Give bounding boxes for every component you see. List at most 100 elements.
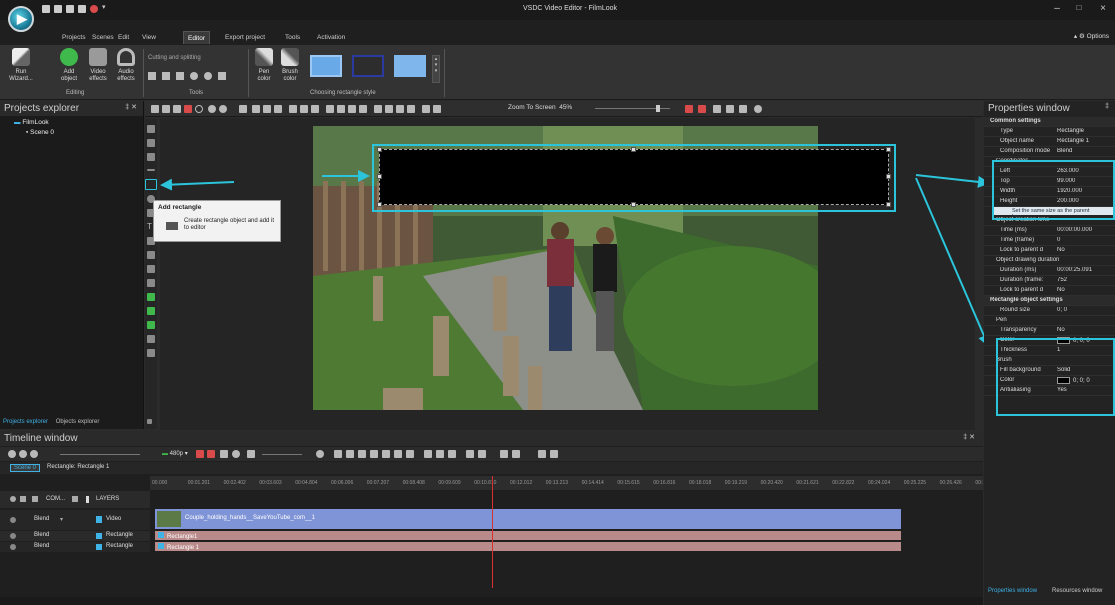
tab-resources-window[interactable]: Resources window bbox=[1052, 588, 1102, 594]
property-row[interactable]: Duration (frame: 752 bbox=[984, 276, 1115, 286]
next-frame-icon[interactable] bbox=[394, 450, 402, 458]
property-row[interactable]: Duration (ms) 00:00:25.091 bbox=[984, 266, 1115, 276]
pin-icon[interactable]: ‡ bbox=[1105, 103, 1109, 110]
property-row[interactable]: Object drawing duration bbox=[984, 256, 1115, 266]
property-row[interactable]: Lock to parent d No bbox=[984, 286, 1115, 296]
ruler-tick-label: 00:15.615 bbox=[617, 480, 640, 486]
property-value[interactable]: 00:00:00.000 bbox=[1057, 227, 1115, 233]
track-blend-select[interactable]: Blend bbox=[34, 532, 49, 538]
marker-remove-icon[interactable] bbox=[512, 450, 520, 458]
fit-icon[interactable] bbox=[30, 450, 38, 458]
tooltip-body: Create rectangle object and add it to ed… bbox=[184, 218, 275, 231]
property-value[interactable]: No bbox=[1057, 327, 1115, 333]
property-value[interactable]: Blend bbox=[1057, 148, 1115, 154]
ruler-tick-label: 00:06.006 bbox=[331, 480, 354, 486]
property-value[interactable]: Rectangle bbox=[1057, 128, 1115, 134]
layer-marker-icon bbox=[86, 496, 89, 503]
undo-timeline-icon[interactable] bbox=[550, 450, 558, 458]
ripple-icon[interactable] bbox=[448, 450, 456, 458]
track-video[interactable]: Blend ▾ Video bbox=[0, 510, 150, 530]
property-row[interactable]: Common settings bbox=[984, 117, 1115, 127]
volume-slider[interactable] bbox=[262, 454, 302, 455]
property-row[interactable]: Type Rectangle bbox=[984, 127, 1115, 137]
tab-scene-0[interactable]: Scene 0 bbox=[10, 464, 41, 472]
properties-tabs: Properties window Resources window bbox=[984, 586, 1115, 598]
step-forward-icon[interactable] bbox=[382, 450, 390, 458]
property-row[interactable]: Rectangle object settings bbox=[984, 296, 1115, 306]
playhead[interactable] bbox=[492, 476, 493, 588]
eye-icon[interactable] bbox=[10, 496, 16, 502]
volume-icon[interactable] bbox=[247, 450, 255, 458]
track-name: Video bbox=[106, 516, 122, 522]
go-start-icon[interactable] bbox=[334, 450, 342, 458]
app-logo[interactable]: ▶ bbox=[8, 6, 34, 32]
track-eye-icon[interactable] bbox=[10, 517, 16, 523]
audio-icon[interactable] bbox=[72, 496, 78, 502]
track-eye-icon[interactable] bbox=[10, 533, 16, 539]
layers-icon[interactable] bbox=[32, 496, 38, 502]
property-row[interactable]: Time (ms) 00:00:00.000 bbox=[984, 226, 1115, 236]
property-row[interactable]: Time (frame) 0 bbox=[984, 236, 1115, 246]
arrow-to-pen-brush bbox=[915, 177, 990, 347]
rectangle-clip-2[interactable]: Rectangle 1 bbox=[155, 542, 901, 551]
clip-thumbnail bbox=[157, 511, 181, 527]
blend-dropdown-icon[interactable]: ▾ bbox=[60, 516, 63, 523]
property-key: Type bbox=[1000, 128, 1014, 134]
property-row[interactable]: Transparency No bbox=[984, 326, 1115, 336]
ruler-tick-label: 00:03.603 bbox=[259, 480, 282, 486]
video-track-icon bbox=[96, 516, 102, 523]
timeline-toolbar: ▬ 480p ▾ bbox=[0, 447, 983, 461]
zoom-in-icon[interactable] bbox=[8, 450, 16, 458]
track-blend-select[interactable]: Blend bbox=[34, 516, 49, 522]
property-row[interactable]: Composition mode Blend bbox=[984, 147, 1115, 157]
property-row[interactable]: Lock to parent d No bbox=[984, 246, 1115, 256]
ruler-tick-label: 00:26.426 bbox=[939, 480, 962, 486]
composition-label: COM... bbox=[46, 496, 65, 502]
timeline-zoom-slider[interactable] bbox=[60, 454, 140, 455]
record-voice-icon[interactable] bbox=[316, 450, 324, 458]
prev-frame-icon[interactable] bbox=[346, 450, 354, 458]
snap-timeline-icon[interactable] bbox=[220, 450, 228, 458]
resolution-select[interactable]: ▬ 480p ▾ bbox=[162, 450, 188, 457]
tab-rectangle-1[interactable]: Rectangle: Rectangle 1 bbox=[44, 464, 112, 470]
panel-pin-close[interactable]: ‡ ✕ bbox=[963, 433, 975, 441]
track-rectangle-1[interactable]: Blend Rectangle bbox=[0, 531, 150, 541]
lock-icon[interactable] bbox=[20, 496, 26, 502]
property-value[interactable]: 0; 0 bbox=[1057, 307, 1115, 313]
property-value[interactable]: No bbox=[1057, 247, 1115, 253]
layers-header: COM... LAYERS bbox=[0, 491, 150, 508]
play-selection-icon[interactable] bbox=[207, 450, 215, 458]
property-value[interactable]: Rectangle 1 bbox=[1057, 138, 1115, 144]
property-row[interactable]: Object name Rectangle 1 bbox=[984, 137, 1115, 147]
track-eye-icon[interactable] bbox=[10, 544, 16, 550]
step-back-icon[interactable] bbox=[358, 450, 366, 458]
property-value[interactable]: 752 bbox=[1057, 277, 1115, 283]
video-clip[interactable]: Couple_holding_hands__SaveYouTube_com__1 bbox=[155, 509, 901, 529]
property-value[interactable]: No bbox=[1057, 287, 1115, 293]
link-icon[interactable] bbox=[478, 450, 486, 458]
ruler-tick-label: 00:14.414 bbox=[581, 480, 604, 486]
add-rectangle-tooltip: Add rectangle Create rectangle object an… bbox=[153, 200, 281, 242]
tooltip-title: Add rectangle bbox=[158, 204, 202, 211]
split-clip-icon[interactable] bbox=[424, 450, 432, 458]
track-rectangle-2[interactable]: Blend Rectangle bbox=[0, 542, 150, 552]
marker-add-icon[interactable] bbox=[500, 450, 508, 458]
marker-icon[interactable] bbox=[370, 450, 378, 458]
property-value[interactable]: 0 bbox=[1057, 237, 1115, 243]
loop-icon[interactable] bbox=[232, 450, 240, 458]
go-end-icon[interactable] bbox=[406, 450, 414, 458]
play-icon[interactable] bbox=[196, 450, 204, 458]
trim-clip-icon[interactable] bbox=[436, 450, 444, 458]
audio-split-icon[interactable] bbox=[466, 450, 474, 458]
property-row[interactable]: Round size 0; 0 bbox=[984, 306, 1115, 316]
timeline-ruler[interactable]: 00.000 00:01.201 00:02.402 00:03.603 00:04.8… bbox=[150, 476, 983, 490]
track-blend-select[interactable]: Blend bbox=[34, 543, 49, 549]
property-key: Time (frame) bbox=[1000, 237, 1035, 243]
property-row[interactable]: Pen bbox=[984, 316, 1115, 326]
property-value[interactable]: 00:00:25.091 bbox=[1057, 267, 1115, 273]
zoom-out-icon[interactable] bbox=[19, 450, 27, 458]
rectangle-clip-1[interactable]: Rectangle1 bbox=[155, 531, 901, 540]
check-icon[interactable] bbox=[538, 450, 546, 458]
tab-properties-window[interactable]: Properties window bbox=[988, 588, 1037, 594]
property-key: Duration (ms) bbox=[1000, 267, 1037, 273]
